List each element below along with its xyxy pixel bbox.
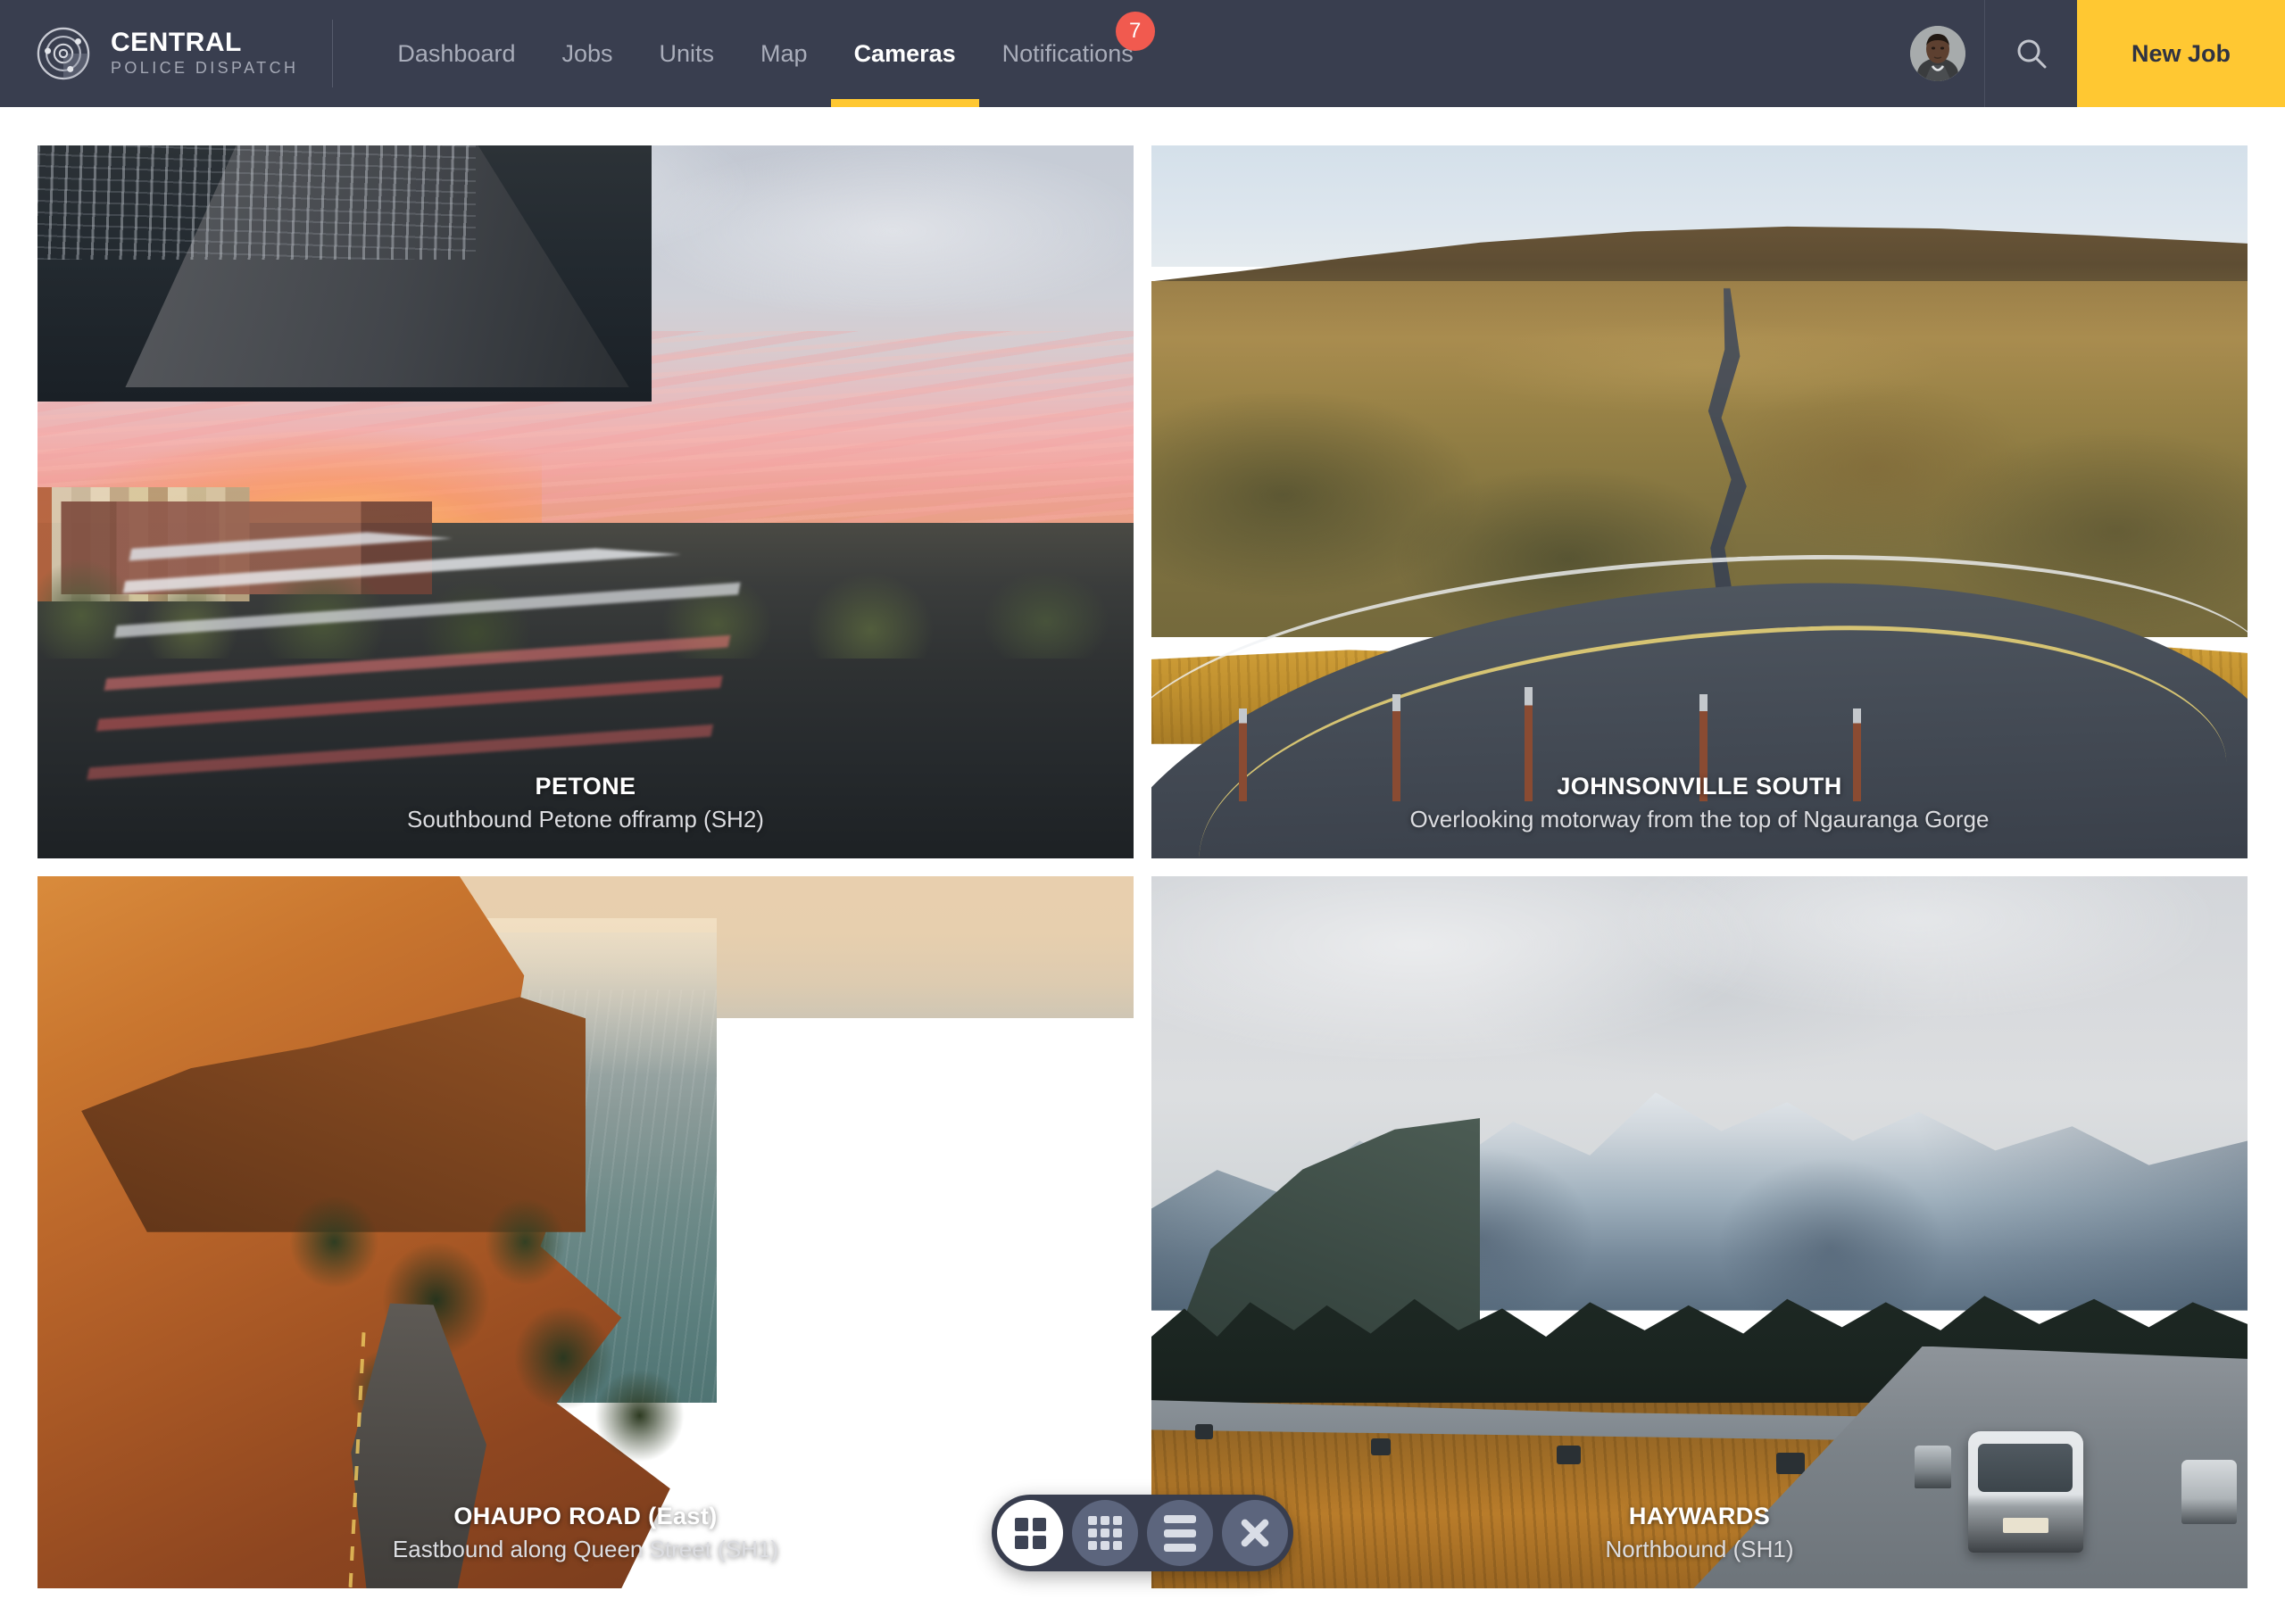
nav-item-units[interactable]: Units — [636, 0, 738, 107]
camera-feed-image — [1151, 875, 2248, 1588]
nav-item-jobs[interactable]: Jobs — [538, 0, 636, 107]
close-icon — [1238, 1516, 1272, 1550]
nav-label: Dashboard — [397, 39, 516, 67]
brand-logo[interactable]: CENTRAL POLICE DISPATCH — [0, 0, 332, 107]
nav-item-cameras[interactable]: Cameras — [830, 0, 979, 107]
camera-feed-image — [37, 145, 1134, 858]
camera-tile-ohaupo-road-east[interactable]: OHAUPO ROAD (East) Eastbound along Queen… — [37, 875, 1134, 1588]
view-mode-list-button[interactable] — [1147, 1500, 1213, 1566]
main-nav: Dashboard Jobs Units Map Cameras Notific… — [374, 0, 1156, 107]
nav-item-notifications[interactable]: Notifications 7 — [979, 0, 1157, 107]
radar-orbit-icon — [37, 27, 90, 80]
camera-tile-petone[interactable]: PETONE Southbound Petone offramp (SH2) — [37, 145, 1134, 858]
active-tab-indicator — [830, 99, 979, 107]
header-divider — [332, 20, 334, 87]
brand-title: CENTRAL — [111, 28, 242, 58]
camera-feed-image — [37, 875, 1134, 1588]
brand-subtitle: POLICE DISPATCH — [111, 58, 299, 77]
nav-label: Units — [659, 39, 715, 67]
avatar-button[interactable] — [1891, 0, 1984, 107]
nav-item-dashboard[interactable]: Dashboard — [374, 0, 538, 107]
view-mode-grid-2x2-button[interactable] — [997, 1500, 1063, 1566]
notifications-badge: 7 — [1115, 12, 1155, 51]
nav-label: Jobs — [561, 39, 613, 67]
app-header: CENTRAL POLICE DISPATCH Dashboard Jobs U… — [0, 0, 2285, 107]
view-mode-toolbar — [992, 1495, 1293, 1571]
nav-label: Notifications — [1001, 39, 1134, 67]
list-view-icon — [1164, 1514, 1196, 1552]
header-spacer — [1157, 0, 1891, 107]
avatar — [1910, 26, 1965, 81]
camera-tile-johnsonville-south[interactable]: JOHNSONVILLE SOUTH Overlooking motorway … — [1151, 145, 2248, 858]
grid-2x2-icon — [1014, 1517, 1046, 1549]
view-mode-grid-3x3-button[interactable] — [1072, 1500, 1138, 1566]
camera-tile-haywards[interactable]: HAYWARDS Northbound (SH1) — [1151, 875, 2248, 1588]
camera-feed-image — [1151, 145, 2248, 858]
search-icon — [2017, 39, 2046, 69]
header-actions: New Job — [1891, 0, 2285, 107]
nav-item-map[interactable]: Map — [737, 0, 831, 107]
search-button[interactable] — [1984, 0, 2077, 107]
nav-label: Map — [760, 39, 808, 67]
new-job-label: New Job — [2131, 39, 2231, 67]
new-job-button[interactable]: New Job — [2077, 0, 2285, 107]
close-toolbar-button[interactable] — [1222, 1500, 1288, 1566]
nav-label: Cameras — [853, 39, 956, 67]
camera-grid: PETONE Southbound Petone offramp (SH2) J… — [37, 145, 2248, 1588]
grid-3x3-icon — [1088, 1516, 1122, 1550]
